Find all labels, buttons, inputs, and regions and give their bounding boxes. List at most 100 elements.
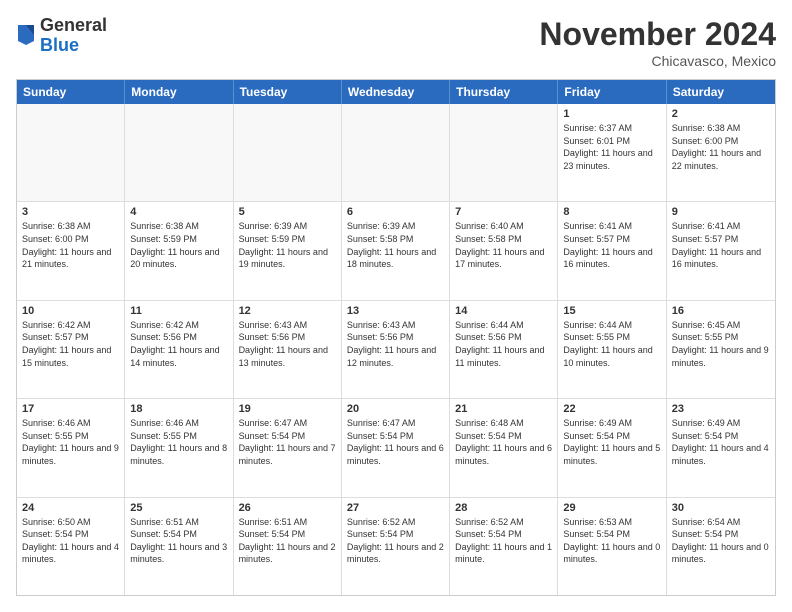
day-number-16: 16 — [672, 305, 770, 317]
cal-cell-1-0: 3 Sunrise: 6:38 AM Sunset: 6:00 PM Daylig… — [17, 202, 125, 299]
cal-row-1: 3 Sunrise: 6:38 AM Sunset: 6:00 PM Daylig… — [17, 202, 775, 300]
cal-cell-0-0 — [17, 104, 125, 201]
day-number-9: 9 — [672, 206, 770, 218]
day-info-24: Sunrise: 6:50 AM Sunset: 5:54 PM Dayligh… — [22, 516, 119, 566]
day-number-1: 1 — [563, 108, 660, 120]
cal-row-3: 17 Sunrise: 6:46 AM Sunset: 5:55 PM Dayli… — [17, 399, 775, 497]
cal-cell-3-3: 20Sunrise: 6:47 AM Sunset: 5:54 PM Dayli… — [342, 399, 450, 496]
calendar-header: Sunday Monday Tuesday Wednesday Thursday… — [17, 80, 775, 104]
day-number-3: 3 — [22, 206, 119, 218]
cal-cell-1-1: 4 Sunrise: 6:38 AM Sunset: 5:59 PM Daylig… — [125, 202, 233, 299]
cal-cell-2-3: 13Sunrise: 6:43 AM Sunset: 5:56 PM Dayli… — [342, 301, 450, 398]
day-info-4: Sunrise: 6:38 AM Sunset: 5:59 PM Dayligh… — [130, 220, 227, 270]
day-number-24: 24 — [22, 502, 119, 514]
cal-row-0: 1 Sunrise: 6:37 AM Sunset: 6:01 PM Daylig… — [17, 104, 775, 202]
header-monday: Monday — [125, 80, 233, 104]
day-info-27: Sunrise: 6:52 AM Sunset: 5:54 PM Dayligh… — [347, 516, 444, 566]
cal-cell-0-5: 1 Sunrise: 6:37 AM Sunset: 6:01 PM Daylig… — [558, 104, 666, 201]
day-number-20: 20 — [347, 403, 444, 415]
cal-cell-2-6: 16 Sunrise: 6:45 AM Sunset: 5:55 PM Dayli… — [667, 301, 775, 398]
day-info-21: Sunrise: 6:48 AM Sunset: 5:54 PM Dayligh… — [455, 417, 552, 467]
day-info-10: Sunrise: 6:42 AM Sunset: 5:57 PM Dayligh… — [22, 319, 119, 369]
day-info-7: Sunrise: 6:40 AM Sunset: 5:58 PM Dayligh… — [455, 220, 552, 270]
day-number-23: 23 — [672, 403, 770, 415]
cal-cell-4-3: 27Sunrise: 6:52 AM Sunset: 5:54 PM Dayli… — [342, 498, 450, 595]
cal-cell-2-0: 10 Sunrise: 6:42 AM Sunset: 5:57 PM Dayli… — [17, 301, 125, 398]
header-saturday: Saturday — [667, 80, 775, 104]
cal-cell-0-4 — [450, 104, 558, 201]
cal-row-2: 10 Sunrise: 6:42 AM Sunset: 5:57 PM Dayli… — [17, 301, 775, 399]
day-info-12: Sunrise: 6:43 AM Sunset: 5:56 PM Dayligh… — [239, 319, 336, 369]
logo-icon — [16, 21, 36, 45]
cal-cell-3-2: 19Sunrise: 6:47 AM Sunset: 5:54 PM Dayli… — [234, 399, 342, 496]
day-info-16: Sunrise: 6:45 AM Sunset: 5:55 PM Dayligh… — [672, 319, 770, 369]
day-number-4: 4 — [130, 206, 227, 218]
day-number-6: 6 — [347, 206, 444, 218]
day-number-21: 21 — [455, 403, 552, 415]
cal-row-4: 24 Sunrise: 6:50 AM Sunset: 5:54 PM Dayli… — [17, 498, 775, 595]
cal-cell-1-3: 6 Sunrise: 6:39 AM Sunset: 5:58 PM Daylig… — [342, 202, 450, 299]
cal-cell-1-6: 9 Sunrise: 6:41 AM Sunset: 5:57 PM Daylig… — [667, 202, 775, 299]
cal-cell-2-4: 14 Sunrise: 6:44 AM Sunset: 5:56 PM Dayli… — [450, 301, 558, 398]
calendar-body: 1 Sunrise: 6:37 AM Sunset: 6:01 PM Daylig… — [17, 104, 775, 595]
cal-cell-3-1: 18 Sunrise: 6:46 AM Sunset: 5:55 PM Dayli… — [125, 399, 233, 496]
cal-cell-4-4: 28 Sunrise: 6:52 AM Sunset: 5:54 PM Dayli… — [450, 498, 558, 595]
day-number-12: 12 — [239, 305, 336, 317]
day-number-17: 17 — [22, 403, 119, 415]
day-info-17: Sunrise: 6:46 AM Sunset: 5:55 PM Dayligh… — [22, 417, 119, 467]
day-number-11: 11 — [130, 305, 227, 317]
day-info-28: Sunrise: 6:52 AM Sunset: 5:54 PM Dayligh… — [455, 516, 552, 566]
day-number-10: 10 — [22, 305, 119, 317]
header-tuesday: Tuesday — [234, 80, 342, 104]
day-info-8: Sunrise: 6:41 AM Sunset: 5:57 PM Dayligh… — [563, 220, 660, 270]
cal-cell-0-3 — [342, 104, 450, 201]
day-info-5: Sunrise: 6:39 AM Sunset: 5:59 PM Dayligh… — [239, 220, 336, 270]
cal-cell-4-2: 26Sunrise: 6:51 AM Sunset: 5:54 PM Dayli… — [234, 498, 342, 595]
cal-cell-1-5: 8Sunrise: 6:41 AM Sunset: 5:57 PM Daylig… — [558, 202, 666, 299]
day-number-22: 22 — [563, 403, 660, 415]
cal-cell-0-6: 2 Sunrise: 6:38 AM Sunset: 6:00 PM Daylig… — [667, 104, 775, 201]
cal-cell-2-5: 15 Sunrise: 6:44 AM Sunset: 5:55 PM Dayli… — [558, 301, 666, 398]
day-number-14: 14 — [455, 305, 552, 317]
month-title: November 2024 — [539, 16, 776, 53]
day-info-22: Sunrise: 6:49 AM Sunset: 5:54 PM Dayligh… — [563, 417, 660, 467]
day-number-28: 28 — [455, 502, 552, 514]
day-number-30: 30 — [672, 502, 770, 514]
day-info-30: Sunrise: 6:54 AM Sunset: 5:54 PM Dayligh… — [672, 516, 770, 566]
day-info-14: Sunrise: 6:44 AM Sunset: 5:56 PM Dayligh… — [455, 319, 552, 369]
day-info-6: Sunrise: 6:39 AM Sunset: 5:58 PM Dayligh… — [347, 220, 444, 270]
cal-cell-3-5: 22 Sunrise: 6:49 AM Sunset: 5:54 PM Dayli… — [558, 399, 666, 496]
day-info-3: Sunrise: 6:38 AM Sunset: 6:00 PM Dayligh… — [22, 220, 119, 270]
cal-cell-0-1 — [125, 104, 233, 201]
logo-blue-text: Blue — [40, 35, 79, 55]
cal-cell-3-6: 23 Sunrise: 6:49 AM Sunset: 5:54 PM Dayli… — [667, 399, 775, 496]
cal-cell-3-4: 21 Sunrise: 6:48 AM Sunset: 5:54 PM Dayli… — [450, 399, 558, 496]
day-info-15: Sunrise: 6:44 AM Sunset: 5:55 PM Dayligh… — [563, 319, 660, 369]
day-number-15: 15 — [563, 305, 660, 317]
day-number-26: 26 — [239, 502, 336, 514]
logo: General Blue — [16, 16, 107, 56]
day-number-13: 13 — [347, 305, 444, 317]
day-number-29: 29 — [563, 502, 660, 514]
day-info-2: Sunrise: 6:38 AM Sunset: 6:00 PM Dayligh… — [672, 122, 770, 172]
header-sunday: Sunday — [17, 80, 125, 104]
day-number-2: 2 — [672, 108, 770, 120]
cal-cell-2-1: 11 Sunrise: 6:42 AM Sunset: 5:56 PM Dayli… — [125, 301, 233, 398]
day-info-9: Sunrise: 6:41 AM Sunset: 5:57 PM Dayligh… — [672, 220, 770, 270]
day-info-1: Sunrise: 6:37 AM Sunset: 6:01 PM Dayligh… — [563, 122, 660, 172]
header: General Blue November 2024 Chicavasco, M… — [16, 16, 776, 69]
day-number-5: 5 — [239, 206, 336, 218]
day-info-11: Sunrise: 6:42 AM Sunset: 5:56 PM Dayligh… — [130, 319, 227, 369]
day-info-18: Sunrise: 6:46 AM Sunset: 5:55 PM Dayligh… — [130, 417, 227, 467]
cal-cell-1-2: 5 Sunrise: 6:39 AM Sunset: 5:59 PM Daylig… — [234, 202, 342, 299]
location: Chicavasco, Mexico — [539, 53, 776, 69]
cal-cell-4-5: 29 Sunrise: 6:53 AM Sunset: 5:54 PM Dayli… — [558, 498, 666, 595]
day-info-23: Sunrise: 6:49 AM Sunset: 5:54 PM Dayligh… — [672, 417, 770, 467]
day-number-18: 18 — [130, 403, 227, 415]
day-info-29: Sunrise: 6:53 AM Sunset: 5:54 PM Dayligh… — [563, 516, 660, 566]
logo-general-text: General — [40, 15, 107, 35]
cal-cell-4-0: 24 Sunrise: 6:50 AM Sunset: 5:54 PM Dayli… — [17, 498, 125, 595]
day-number-25: 25 — [130, 502, 227, 514]
cal-cell-0-2 — [234, 104, 342, 201]
cal-cell-2-2: 12 Sunrise: 6:43 AM Sunset: 5:56 PM Dayli… — [234, 301, 342, 398]
